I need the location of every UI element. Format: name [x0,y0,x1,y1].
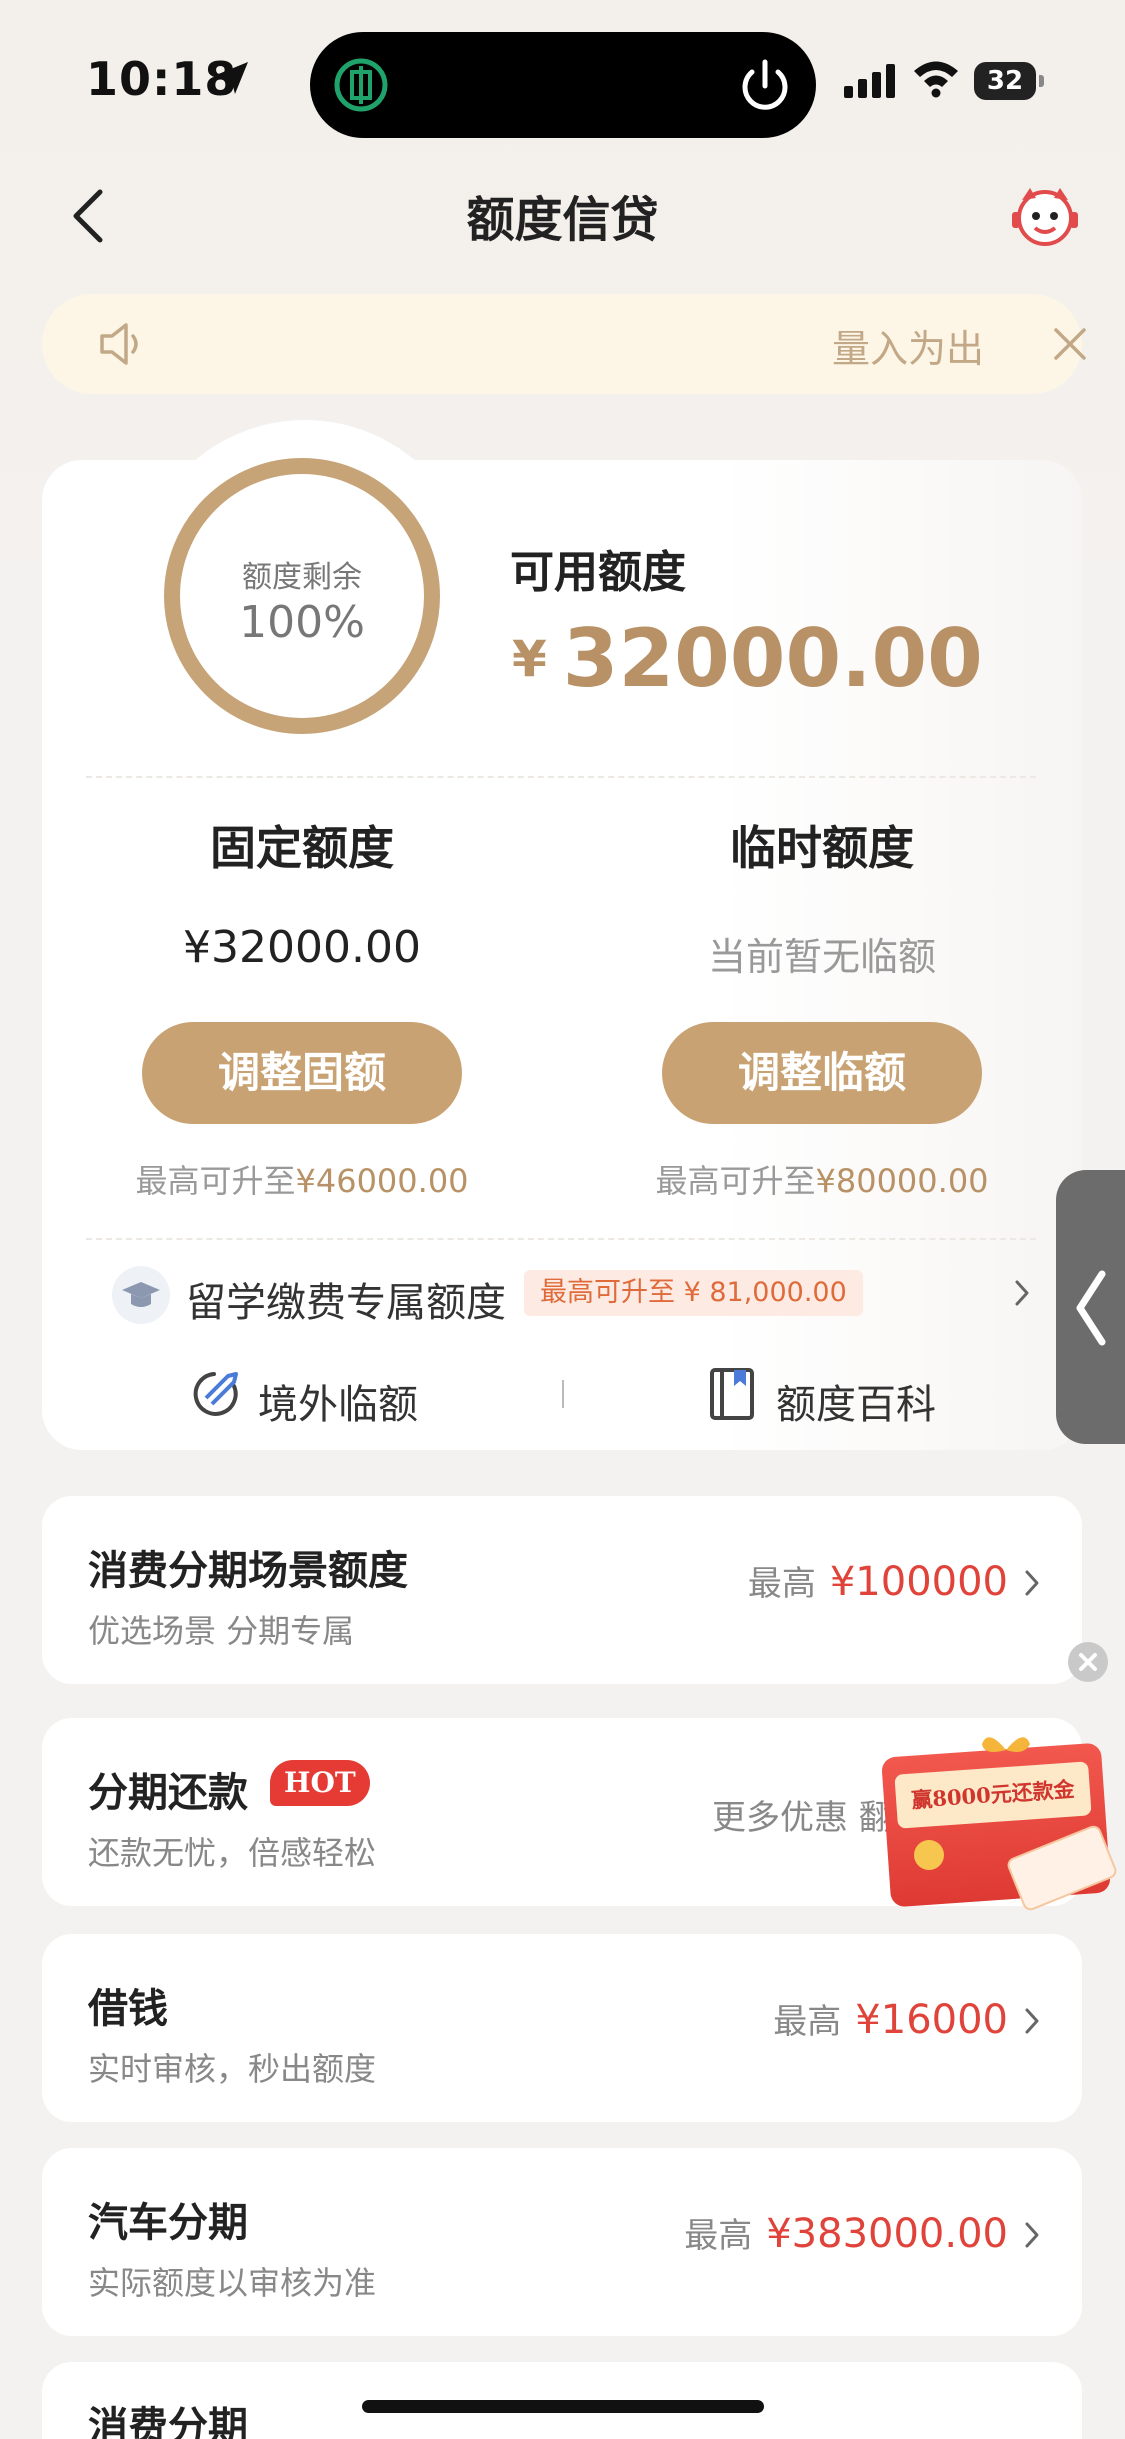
close-icon[interactable] [1068,1642,1108,1682]
close-icon[interactable] [1050,324,1090,364]
amount-prefix: 最高 [747,1564,816,1604]
study-abroad-row[interactable]: 留学缴费专属额度 最高可升至 ¥ 81,000.00 [112,1262,1032,1326]
fixed-value: ¥32000.00 [183,922,421,973]
chevron-right-icon [1025,2222,1039,2248]
list-item-subtitle: 还款无忧，倍感轻松 [88,1834,377,1872]
plane-globe-icon [193,1372,238,1416]
list-item-title: 消费分期场景额度 [88,1548,408,1594]
list-item-amount: 最高 ¥16000 [773,1994,1008,2043]
amount-value: ¥16000 [855,1997,1008,2043]
list-item-subtitle: 实际额度以审核为准 [88,2264,377,2302]
list-item-title: 消费分期 [88,2404,248,2439]
ring-label: 额度剩余 [242,560,362,595]
page-title: 额度信贷 [466,192,659,248]
coin-icon [914,1840,944,1870]
currency-symbol: ¥ [512,629,547,688]
list-item-title: 汽车分期 [88,2200,248,2246]
amount-prefix: 最高 [684,2216,753,2256]
wiki-label: 额度百科 [776,1382,936,1428]
temp-hint-prefix: 最高可升至 [655,1162,816,1200]
temp-value: 当前暂无临额 [707,935,936,979]
notice-bar[interactable]: 量入为出 [42,294,1086,394]
available-value: 32000.00 [562,612,983,705]
power-icon [742,59,788,110]
chevron-right-icon [1025,1570,1039,1596]
temp-title: 临时额度 [730,821,914,875]
list-item[interactable]: 消费分期场景额度 优选场景 分期专属 最高 ¥100000 [42,1496,1082,1684]
fixed-hint-prefix: 最高可升至 [135,1162,296,1200]
bank-app-icon [334,58,388,112]
cellular-signal-icon [844,64,895,98]
battery-indicator: 32 [974,62,1044,100]
location-arrow-icon [216,62,248,94]
overseas-label: 境外临额 [258,1382,418,1428]
wifi-icon [914,61,958,98]
hot-badge: HOT [270,1760,370,1806]
fixed-title: 固定额度 [210,821,394,875]
status-bar: 10:18 32 [0,0,1125,160]
ring-value: 100% [239,597,365,648]
temp-hint: 最高可升至¥80000.00 [612,1156,1032,1202]
adjust-fixed-button[interactable]: 调整固额 [142,1022,462,1124]
fixed-hint: 最高可升至¥46000.00 [92,1156,512,1202]
divider [562,1380,564,1408]
divider [86,776,1036,778]
available-amount: ¥32000.00 [512,612,983,705]
dynamic-island [310,32,816,138]
available-label: 可用额度 [510,547,686,598]
gift-bow-icon [982,1737,1030,1752]
list-item-amount: 最高 ¥383000.00 [684,2208,1008,2257]
amount-prefix: 最高 [773,2002,842,2042]
home-indicator [362,2400,764,2413]
list-item-subtitle: 实时审核，秒出额度 [88,2050,377,2088]
list-item[interactable]: 借钱 实时审核，秒出额度 最高 ¥16000 [42,1934,1082,2122]
graduation-cap-icon [112,1266,170,1324]
divider [86,1238,1036,1240]
list-item-title: 借钱 [88,1986,168,2032]
side-drawer-tab[interactable] [1056,1170,1125,1444]
list-item[interactable]: 汽车分期 实际额度以审核为准 最高 ¥383000.00 [42,2148,1082,2336]
list-item-amount: 最高 ¥100000 [748,1556,1008,1605]
study-tag: 最高可升至 ¥ 81,000.00 [524,1270,863,1316]
list-item-title: 分期还款 [88,1770,248,1816]
chevron-right-icon [1025,2008,1039,2034]
adjust-temp-button[interactable]: 调整临额 [662,1022,982,1124]
temp-hint-amount: ¥80000.00 [815,1162,989,1200]
book-icon [710,1368,754,1420]
overseas-temp-link[interactable]: 境外临额 [190,1366,450,1428]
amount-value: ¥383000.00 [766,2211,1008,2257]
study-label: 留学缴费专属额度 [186,1280,506,1326]
fixed-hint-amount: ¥46000.00 [295,1162,469,1200]
list-item-subtitle: 优选场景 分期专属 [88,1612,355,1650]
remaining-ring [164,458,440,734]
chevron-left-icon [1076,1270,1106,1346]
speaker-icon [100,323,138,365]
notice-text: 量入为出 [832,327,982,371]
assistant-mascot-icon[interactable] [1010,184,1080,248]
chevron-right-icon [1015,1280,1029,1306]
amount-value: ¥100000 [829,1559,1008,1605]
credit-wiki-link[interactable]: 额度百科 [708,1366,968,1428]
red-packet-promo[interactable]: 赢8000元还款金 [862,1720,1120,1920]
